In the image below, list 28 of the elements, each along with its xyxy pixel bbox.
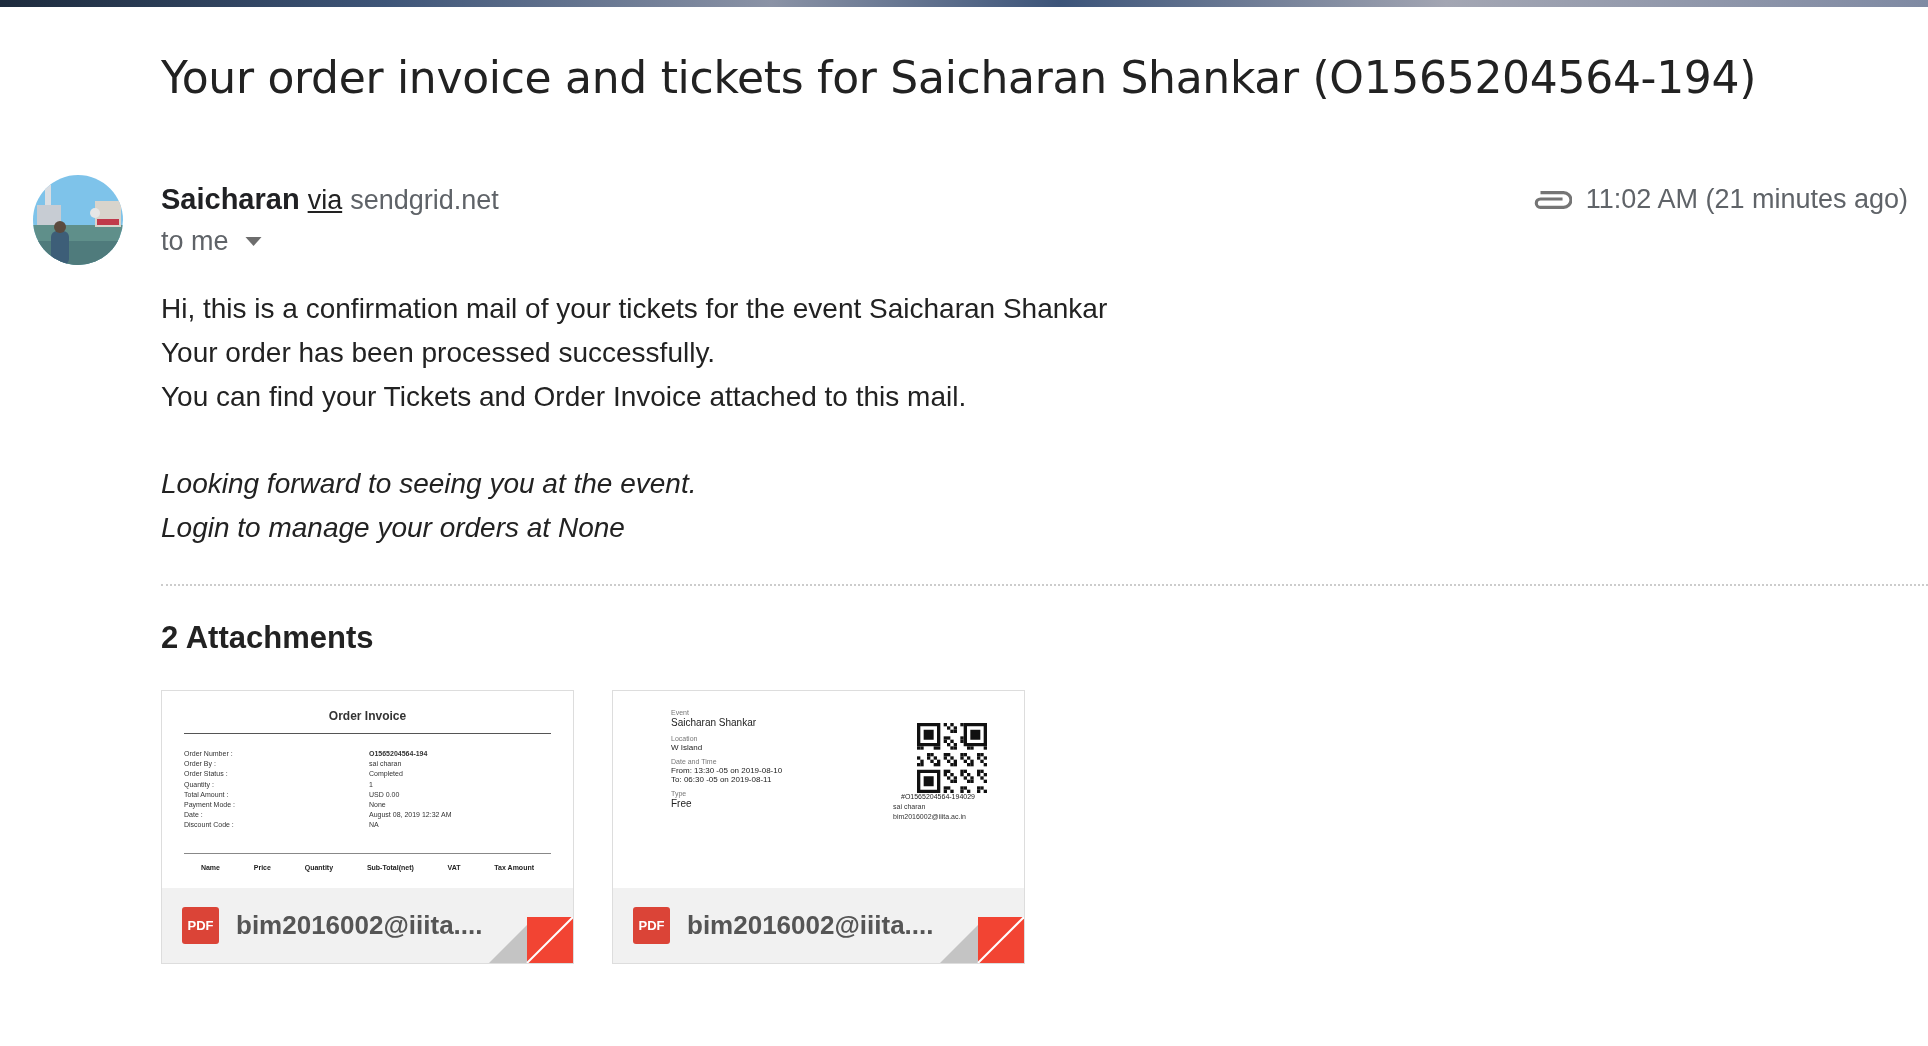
sender-domain: sendgrid.net	[350, 185, 499, 216]
message-text: Looking forward to seeing you at the event.	[161, 467, 698, 501]
pdf-icon: PDF	[182, 907, 219, 944]
attachment-filename: bim2016002@iiita....	[687, 910, 934, 941]
attachment-card[interactable]	[161, 690, 574, 964]
field-value: Free	[671, 798, 693, 810]
field-value: To: 06:30 -05 on 2019-08-11	[671, 775, 773, 784]
recipient-dropdown[interactable]: to me	[161, 226, 262, 257]
message-text: Hi, this is a confirmation mail of your tickets for the event Saicharan Shankar	[161, 292, 1109, 326]
message-text: You can find your Tickets and Order Invoice attached to this mail.	[161, 380, 968, 414]
field-value: From: 13:30 -05 on 2019-08-10	[671, 766, 783, 775]
page-corner-icon	[489, 917, 573, 963]
email-subject: Your order invoice and tickets for Saicharan Shankar (O1565204564-194)	[161, 52, 1758, 103]
caret-icon	[244, 236, 262, 247]
pdf-icon: PDF	[633, 907, 670, 944]
page-corner-icon	[940, 917, 1024, 963]
via-link[interactable]: via	[307, 185, 343, 216]
field-value: Saicharan Shankar	[671, 717, 758, 729]
sender-name: Saicharan	[161, 183, 300, 216]
attachments-heading: 2 Attachments	[161, 620, 375, 656]
invoice-title: Order Invoice	[327, 709, 408, 723]
attachment-filename: bim2016002@iiita....	[236, 910, 483, 941]
sent-time: 11:02 AM (21 minutes ago)	[1585, 184, 1908, 215]
message-text: Login to manage your orders at None	[161, 511, 626, 545]
qr-code-icon	[917, 723, 987, 793]
attachment-card[interactable]	[612, 690, 1025, 964]
field-value: W Island	[671, 743, 704, 752]
message-text: Your order has been processed successfully.	[161, 336, 717, 370]
